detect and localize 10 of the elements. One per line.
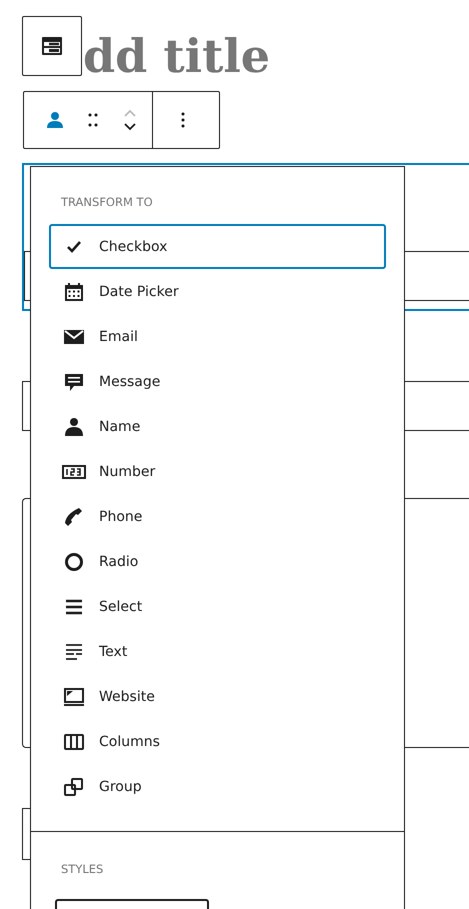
menu-item[interactable]: Checkbox (49, 224, 386, 269)
title-placeholder[interactable]: dd title (83, 33, 270, 79)
menu-heading: TRANSFORM TO (60, 195, 154, 209)
more-vertical-icon (181, 111, 185, 129)
block-type-button[interactable] (22, 16, 82, 76)
menu-heading: STYLES (60, 862, 104, 876)
person-icon (45, 110, 65, 130)
form-icon (40, 34, 64, 58)
chevron-up-icon (122, 108, 138, 118)
chevron-down-icon (122, 122, 138, 132)
